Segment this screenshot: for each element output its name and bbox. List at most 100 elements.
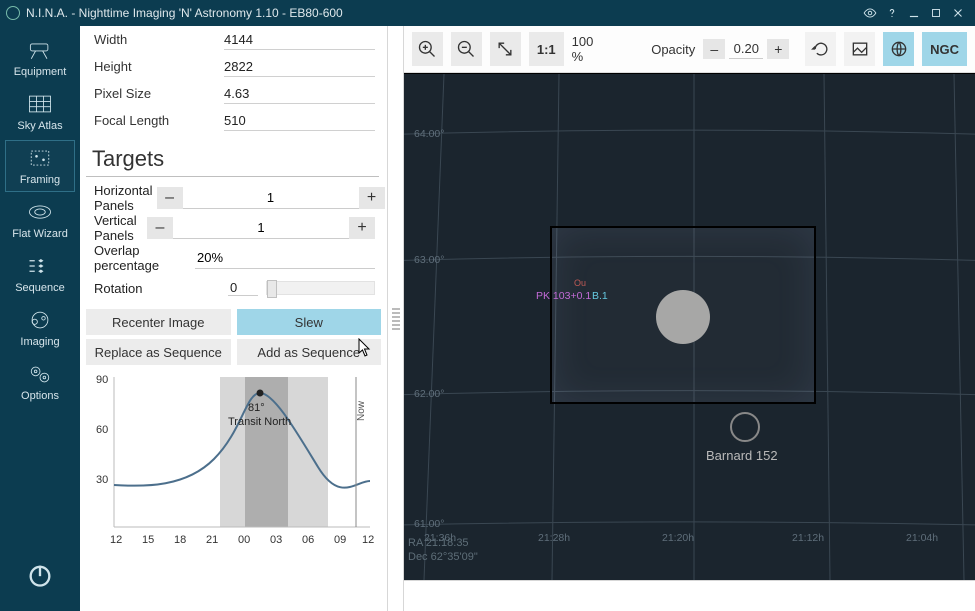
hpanels-row: Horizontal Panels – + (80, 183, 387, 213)
nav-framing[interactable]: Framing (5, 140, 75, 192)
rotation-slider[interactable] (266, 281, 375, 295)
svg-text:21: 21 (206, 534, 218, 546)
targets-heading: Targets (86, 140, 379, 177)
secondary-object (730, 412, 760, 442)
pixelsize-value[interactable]: 4.63 (224, 84, 375, 104)
opacity-value[interactable]: 0.20 (729, 39, 763, 59)
opacity-plus[interactable]: + (767, 39, 789, 59)
width-label: Width (94, 32, 224, 47)
hpanels-minus[interactable]: – (157, 187, 183, 209)
gear-icon (25, 362, 55, 386)
left-nav: Equipment Sky Atlas Framing Flat Wizard … (0, 26, 80, 611)
svg-text:12: 12 (362, 534, 374, 546)
svg-text:03: 03 (270, 534, 282, 546)
svg-text:18: 18 (174, 534, 186, 546)
svg-text:00: 00 (238, 534, 250, 546)
nav-label: Options (21, 390, 59, 402)
ra-label: 21:04h (906, 532, 938, 544)
hpanels-label: Horizontal Panels (94, 183, 153, 213)
ra-label: 21:12h (792, 532, 824, 544)
rotation-label: Rotation (94, 281, 224, 296)
slew-button[interactable]: Slew (237, 309, 382, 335)
power-button[interactable] (22, 557, 58, 593)
focallength-value[interactable]: 510 (224, 111, 375, 131)
ngc-button[interactable]: NGC (922, 32, 967, 66)
vpanels-label: Vertical Panels (94, 213, 143, 243)
svg-text:90: 90 (96, 374, 108, 386)
height-row: Height 2822 (80, 53, 387, 80)
object-label-barnard: Barnard 152 (706, 448, 778, 463)
nav-sequence[interactable]: Sequence (5, 248, 75, 300)
hpanels-plus[interactable]: + (359, 187, 385, 209)
recenter-button[interactable]: Recenter Image (86, 309, 231, 335)
imaging-icon (25, 308, 55, 332)
focallength-label: Focal Length (94, 113, 224, 128)
overlap-label: Overlap percentage (94, 243, 191, 273)
nav-flatwizard[interactable]: Flat Wizard (5, 194, 75, 246)
ra-label: 21:20h (662, 532, 694, 544)
close-button[interactable] (947, 2, 969, 24)
fit-button[interactable] (490, 32, 521, 66)
dec-label: 64.00° (414, 128, 444, 140)
settings-panel: Width 4144 Height 2822 Pixel Size 4.63 F… (80, 26, 388, 611)
nav-label: Sky Atlas (17, 120, 62, 132)
vpanels-row: Vertical Panels – + (80, 213, 387, 243)
altitude-chart: 90 60 30 12151821 0003060912 81° (86, 371, 382, 551)
hpanels-input[interactable] (183, 187, 359, 209)
nav-equipment[interactable]: Equipment (5, 32, 75, 84)
nav-label: Sequence (15, 282, 65, 294)
sky-view[interactable]: 64.00° 63.00° 62.00° 61.00° 21:36h 21:28… (404, 73, 975, 580)
image-button[interactable] (844, 32, 875, 66)
nav-label: Imaging (20, 336, 59, 348)
ra-label: 21:28h (538, 532, 570, 544)
target-object (656, 290, 710, 344)
image-toolbar: 1:1 100 % Opacity – 0.20 + NGC (404, 26, 975, 73)
nav-skyatlas[interactable]: Sky Atlas (5, 86, 75, 138)
title-bar: N.I.N.A. - Nighttime Imaging 'N' Astrono… (0, 0, 975, 26)
add-sequence-button[interactable]: Add as Sequence (237, 339, 382, 365)
help-icon[interactable] (881, 2, 903, 24)
svg-text:Now: Now (356, 400, 367, 421)
width-value[interactable]: 4144 (224, 30, 375, 50)
one-to-one-button[interactable]: 1:1 (529, 32, 564, 66)
nav-options[interactable]: Options (5, 356, 75, 408)
atlas-icon (25, 92, 55, 116)
vpanels-minus[interactable]: – (147, 217, 173, 239)
svg-text:30: 30 (96, 474, 108, 486)
eye-icon[interactable] (859, 2, 881, 24)
nav-imaging[interactable]: Imaging (5, 302, 75, 354)
vertical-splitter[interactable] (388, 26, 404, 611)
framing-icon (25, 146, 55, 170)
overlap-row: Overlap percentage (80, 243, 387, 273)
vpanels-plus[interactable]: + (349, 217, 375, 239)
pointer-coords: RA 21:18:35 Dec 62°35'09" (408, 536, 478, 564)
telescope-icon (25, 38, 55, 62)
height-label: Height (94, 59, 224, 74)
svg-text:09: 09 (334, 534, 346, 546)
vpanels-input[interactable] (173, 217, 349, 239)
minimize-button[interactable] (903, 2, 925, 24)
zoom-percent: 100 % (572, 34, 606, 64)
rotate-button[interactable] (805, 32, 836, 66)
bottom-panel (404, 580, 975, 611)
pixelsize-label: Pixel Size (94, 86, 224, 101)
rotation-value[interactable]: 0 (228, 280, 258, 296)
replace-sequence-button[interactable]: Replace as Sequence (86, 339, 231, 365)
zoom-in-button[interactable] (412, 32, 443, 66)
object-label-small: Ou (574, 278, 586, 288)
rotation-row: Rotation 0 (80, 273, 387, 303)
app-icon (6, 6, 20, 20)
opacity-minus[interactable]: – (703, 39, 725, 59)
flatwizard-icon (25, 200, 55, 224)
nav-label: Equipment (14, 66, 67, 78)
height-value[interactable]: 2822 (224, 57, 375, 77)
globe-button[interactable] (883, 32, 914, 66)
sequence-icon (25, 254, 55, 278)
focallength-row: Focal Length 510 (80, 107, 387, 134)
overlap-input[interactable] (195, 247, 375, 269)
dec-label: 61.00° (414, 518, 444, 530)
maximize-button[interactable] (925, 2, 947, 24)
width-row: Width 4144 (80, 26, 387, 53)
zoom-out-button[interactable] (451, 32, 482, 66)
pixelsize-row: Pixel Size 4.63 (80, 80, 387, 107)
